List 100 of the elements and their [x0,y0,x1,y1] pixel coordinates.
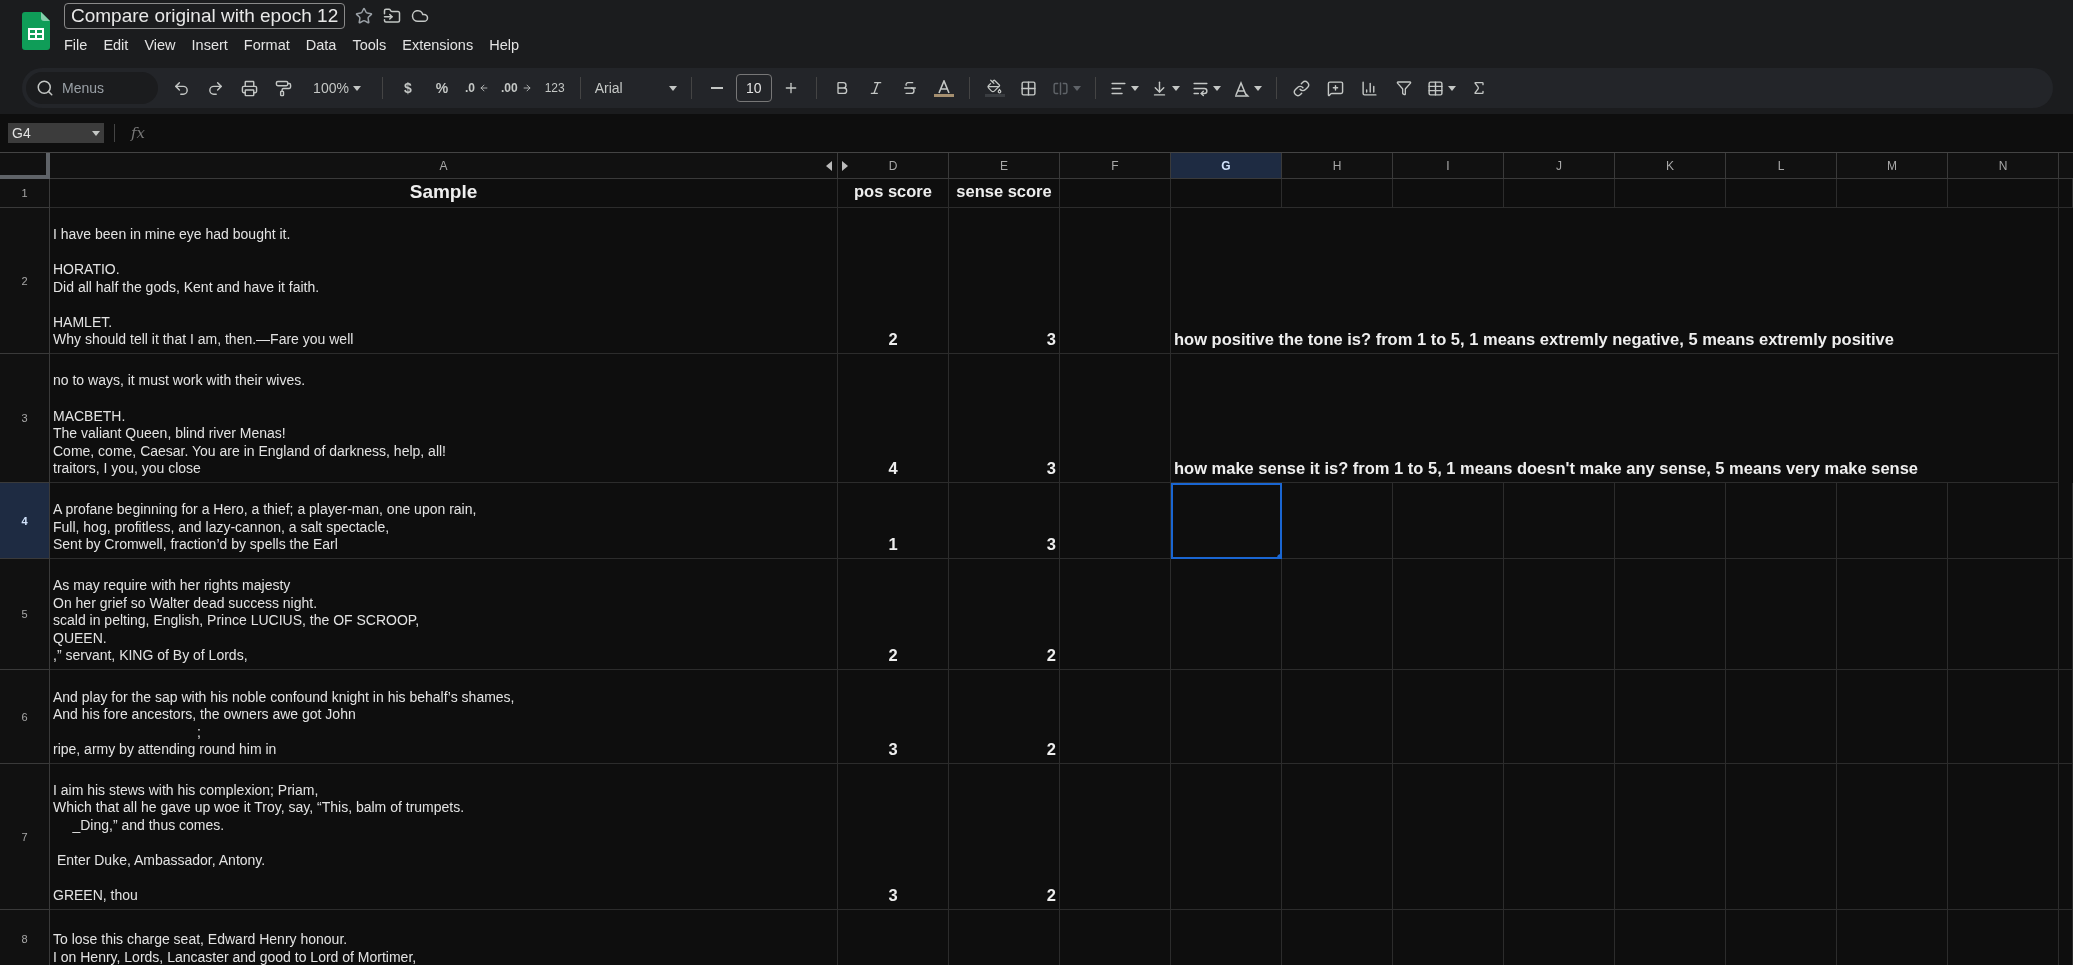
grid-cell[interactable] [1393,670,1504,764]
grid-cell[interactable] [1948,483,2059,559]
grid-cell[interactable] [1060,559,1171,670]
sample-text: no to ways, it must work with their wives. MACBETH. The valiant Queen, blind river Menas! Come, come, Caesar. You are in England of darkness, help, all! traitors, I you, you close [53,372,447,478]
grid-cell[interactable] [1615,179,1726,208]
grid-cell[interactable] [1948,764,2059,910]
menu-item[interactable]: Data [297,35,345,55]
grid-cell[interactable] [1837,559,1948,670]
row-header[interactable]: 1 [0,179,50,208]
grid-cell[interactable] [1726,670,1837,764]
row-header[interactable]: 6 [0,670,50,764]
grid-cell[interactable] [1837,179,1948,208]
column-header[interactable]: G [1171,153,1282,179]
grid-cell[interactable] [1393,483,1504,559]
hidden-columns-right-icon[interactable] [842,161,848,171]
grid-cell[interactable] [1948,179,2059,208]
grid-cell[interactable] [1726,559,1837,670]
menu-item[interactable]: Insert [183,35,236,55]
column-header[interactable]: I [1393,153,1504,179]
grid-cell[interactable] [1504,764,1615,910]
grid-cell[interactable] [1504,483,1615,559]
select-all-corner[interactable] [0,153,50,179]
name-box[interactable]: G4 [8,123,104,143]
grid-cell[interactable] [1948,670,2059,764]
column-header[interactable]: H [1282,153,1393,179]
grid-cell[interactable] [1393,764,1504,910]
grid-cell[interactable] [1060,208,1171,354]
column-header[interactable]: L [1726,153,1837,179]
grid-cell[interactable] [1282,670,1393,764]
column-header[interactable]: M [1837,153,1948,179]
grid-cell[interactable] [1171,670,1282,764]
column-header[interactable]: J [1504,153,1615,179]
grid-cell[interactable] [1837,483,1948,559]
grid-cell[interactable] [1837,670,1948,764]
grid-cell[interactable] [1060,179,1171,208]
active-cell[interactable] [1171,483,1282,559]
cloud-status-button[interactable] [411,7,430,25]
font-size-field[interactable]: 10 [735,74,772,102]
hidden-columns-left-icon[interactable] [826,161,832,171]
row-header[interactable]: 4 [0,483,50,559]
spreadsheet-logo-icon[interactable] [22,12,50,50]
column-header[interactable]: E [949,153,1060,179]
column-header[interactable]: N [1948,153,2059,179]
menu-search-field[interactable]: Menus [26,72,158,104]
grid-cell[interactable] [2059,483,2073,559]
grid-cell[interactable] [2059,764,2073,910]
grid-cell[interactable] [1615,670,1726,764]
grid-cell[interactable] [1504,179,1615,208]
menu-item[interactable]: File [56,35,96,55]
column-header[interactable]: D [838,153,949,179]
menu-item[interactable]: Extensions [394,35,482,55]
grid-cell[interactable] [1060,483,1171,559]
menu-item[interactable]: View [136,35,184,55]
grid-cell[interactable] [1837,764,1948,910]
menu-item[interactable]: Edit [95,35,137,55]
column-header[interactable]: F [1060,153,1171,179]
zoom-dropdown[interactable]: 100% [302,73,372,103]
grid-cell[interactable] [1615,559,1726,670]
grid-cell[interactable] [1948,559,2059,670]
grid-cell[interactable] [1393,559,1504,670]
column-header[interactable]: K [1615,153,1726,179]
grid-cell[interactable] [1171,764,1282,910]
grid-cell[interactable] [2059,179,2073,208]
font-dropdown[interactable]: Arial [590,73,681,103]
grid-cell[interactable] [1504,670,1615,764]
grid-cell[interactable] [1615,483,1726,559]
grid-cell[interactable] [1504,559,1615,670]
menu-item[interactable]: Format [235,35,298,55]
grid-cell[interactable] [1060,670,1171,764]
currency-button[interactable]: $ [393,73,423,103]
grid-cell[interactable] [1060,764,1171,910]
grid-cell[interactable] [1282,559,1393,670]
grid-cell[interactable] [1282,179,1393,208]
menu-item[interactable]: Help [481,35,527,55]
grid-cell[interactable] [1726,764,1837,910]
move-to-folder-button[interactable] [383,7,402,25]
grid-cell[interactable] [1060,354,1171,483]
row-header[interactable]: 3 [0,354,50,483]
row-header[interactable]: 2 [0,208,50,354]
grid-cell[interactable] [1282,483,1393,559]
more-formats-button[interactable]: 123 [539,73,570,103]
increase-decimals-button[interactable]: .00 [497,73,536,103]
row-header[interactable]: 5 [0,559,50,670]
grid-cell[interactable] [1726,483,1837,559]
grid-cell[interactable] [1282,764,1393,910]
menu-item[interactable]: Tools [344,35,395,55]
grid-cell[interactable] [1393,179,1504,208]
grid-cell[interactable] [1615,764,1726,910]
decrease-decimals-button[interactable]: .0 [461,73,493,103]
grid-cell[interactable] [2059,559,2073,670]
grid-cell[interactable] [1171,559,1282,670]
document-title[interactable]: Compare original with epoch 12 [64,3,346,29]
star-button[interactable] [355,7,374,25]
grid-cell[interactable] [1171,179,1282,208]
grid-cell[interactable] [2059,670,2073,764]
grid-cell[interactable] [1726,179,1837,208]
strikethrough-icon [901,80,918,96]
percent-button[interactable]: % [427,73,457,103]
row-header[interactable]: 7 [0,764,50,910]
column-header[interactable]: A [50,153,838,179]
